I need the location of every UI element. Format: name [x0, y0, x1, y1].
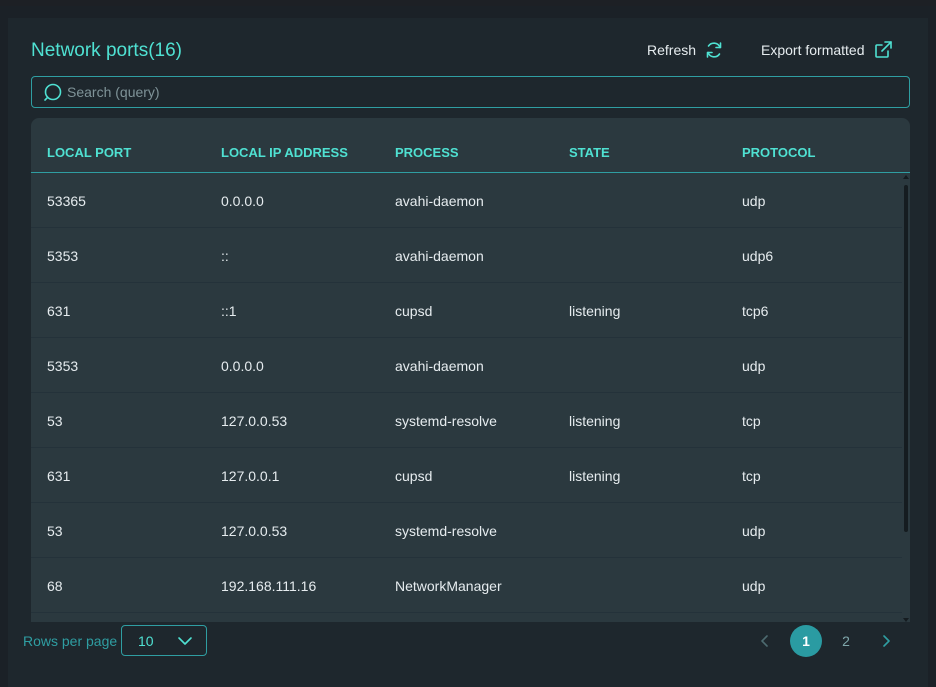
column-header-protocol[interactable]: PROTOCOL	[742, 145, 815, 160]
chevron-down-icon	[178, 637, 192, 645]
cell-local-port: 631	[47, 303, 71, 319]
cell-local-ip: 0.0.0.0	[221, 193, 264, 209]
page-title: Network ports(16)	[31, 40, 182, 61]
table-row[interactable]: 53 127.0.0.53 systemd-resolve udp	[31, 503, 902, 558]
table-row[interactable]: 5353 :: avahi-daemon udp6	[31, 228, 902, 283]
column-header-local-port[interactable]: LOCAL PORT	[47, 145, 131, 160]
external-link-icon	[874, 41, 892, 58]
cell-state: listening	[569, 468, 621, 484]
cell-protocol: udp6	[742, 248, 774, 264]
cell-process: systemd-resolve	[395, 523, 497, 539]
cell-local-ip: ::	[221, 248, 229, 264]
cell-local-port: 5353	[47, 248, 79, 264]
scroll-up-arrow-icon[interactable]	[903, 175, 909, 179]
cell-local-port: 631	[47, 468, 71, 484]
cell-local-ip: ::1	[221, 303, 237, 319]
scrollbar-thumb[interactable]	[904, 185, 908, 532]
cell-local-ip: 127.0.0.53	[221, 413, 288, 429]
cell-local-port: 5353	[47, 358, 79, 374]
search-input[interactable]	[67, 77, 897, 107]
column-header-process[interactable]: PROCESS	[395, 145, 459, 160]
page-button-1[interactable]: 1	[790, 625, 822, 657]
table-row[interactable]: 53 127.0.0.53 systemd-resolve listening …	[31, 393, 902, 448]
cell-process: cupsd	[395, 468, 433, 484]
cell-process: systemd-resolve	[395, 413, 497, 429]
column-header-local-ip[interactable]: LOCAL IP ADDRESS	[221, 145, 348, 160]
cell-protocol: udp	[742, 358, 766, 374]
cell-protocol: tcp	[742, 413, 761, 429]
network-ports-panel: Network ports(16) Refresh Export formatt…	[8, 18, 928, 687]
cell-local-ip: 0.0.0.0	[221, 358, 264, 374]
table-header: LOCAL PORT LOCAL IP ADDRESS PROCESS STAT…	[31, 118, 910, 173]
cell-process: cupsd	[395, 303, 433, 319]
cell-protocol: tcp	[742, 468, 761, 484]
table-row[interactable]: 53365 0.0.0.0 avahi-daemon udp	[31, 173, 902, 228]
rows-per-page-value: 10	[138, 633, 154, 649]
search-box[interactable]	[31, 76, 910, 108]
chevron-left-icon[interactable]	[759, 634, 771, 648]
table-row[interactable]: 631 127.0.0.1 cupsd listening tcp	[31, 448, 902, 503]
export-formatted-button[interactable]: Export formatted	[761, 40, 893, 60]
refresh-icon	[706, 42, 722, 58]
ports-table: LOCAL PORT LOCAL IP ADDRESS PROCESS STAT…	[31, 118, 910, 622]
cell-process: avahi-daemon	[395, 248, 484, 264]
table-scrollbar[interactable]	[902, 175, 910, 622]
table-row[interactable]: 5353 0.0.0.0 avahi-daemon udp	[31, 338, 902, 393]
cell-process: avahi-daemon	[395, 358, 484, 374]
cell-local-port: 53365	[47, 193, 86, 209]
cell-state: listening	[569, 303, 621, 319]
cell-process: avahi-daemon	[395, 193, 484, 209]
table-row[interactable]: 68 192.168.111.16 NetworkManager udp	[31, 558, 902, 613]
page-button-2[interactable]: 2	[830, 625, 862, 657]
refresh-label: Refresh	[647, 42, 697, 58]
cell-local-port: 53	[47, 523, 63, 539]
cell-local-ip: 127.0.0.1	[221, 468, 280, 484]
export-label: Export formatted	[761, 42, 865, 58]
cell-local-ip: 127.0.0.53	[221, 523, 288, 539]
scroll-down-arrow-icon[interactable]	[903, 618, 909, 622]
cell-protocol: tcp6	[742, 303, 769, 319]
search-icon	[44, 83, 62, 101]
cell-process: NetworkManager	[395, 578, 502, 594]
column-header-state[interactable]: STATE	[569, 145, 610, 160]
cell-local-ip: 192.168.111.16	[221, 578, 317, 594]
refresh-button[interactable]: Refresh	[647, 40, 724, 60]
table-row[interactable]: 631 ::1 cupsd listening tcp6	[31, 283, 902, 338]
cell-protocol: udp	[742, 193, 766, 209]
rows-per-page-label: Rows per page	[23, 633, 118, 649]
cell-state: listening	[569, 413, 621, 429]
cell-protocol: udp	[742, 578, 766, 594]
cell-local-port: 68	[47, 578, 63, 594]
top-bar	[0, 0, 936, 6]
rows-per-page-select[interactable]: 10	[121, 625, 207, 656]
cell-local-port: 53	[47, 413, 63, 429]
cell-protocol: udp	[742, 523, 766, 539]
chevron-right-icon[interactable]	[880, 634, 892, 648]
